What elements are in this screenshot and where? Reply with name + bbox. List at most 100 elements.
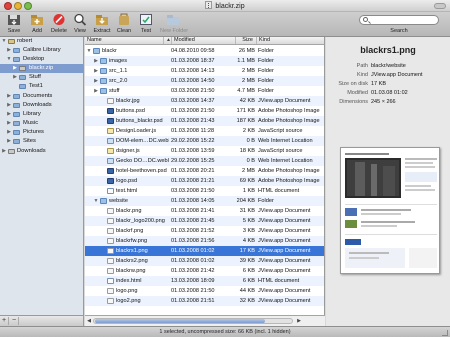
disclosure-open-icon[interactable]: ▼ xyxy=(86,46,92,56)
sidebar: ▼ robert ▶ Calibre Library ▼ Desktop ▶ b… xyxy=(0,37,84,315)
disclosure-closed-icon[interactable]: ▶ xyxy=(6,128,12,137)
column-kind[interactable]: Kind xyxy=(256,37,270,44)
folder-icon xyxy=(13,94,20,99)
column-size[interactable]: Size xyxy=(235,37,255,44)
file-row[interactable]: logo.psd 01.03.2008 21:21 69 KB Adobe Photo… xyxy=(85,176,324,186)
file-row[interactable]: DOM-elem…DC.webloc29.02.2008 15:22 0 BWeb… xyxy=(85,136,324,146)
file-row[interactable]: ▶ stuff 03.03.2008 21:50 4.7 MB Folder xyxy=(85,86,324,96)
file-name: blackrfw.png xyxy=(116,238,148,244)
scroll-left-icon[interactable]: ◀ xyxy=(85,317,93,325)
disclosure-closed-icon[interactable]: ▶ xyxy=(6,137,12,146)
add-location-button[interactable]: + xyxy=(0,317,9,325)
sidebar-item-downloads[interactable]: ▶ Downloads xyxy=(0,101,83,110)
disclosure-closed-icon[interactable]: ▶ xyxy=(93,56,99,66)
disclosure-closed-icon[interactable]: ▶ xyxy=(6,119,12,128)
sidebar-item-test1[interactable]: Test1 xyxy=(0,82,83,91)
file-row[interactable]: dsigner.js 01.03.2008 13:59 18 KB JavaScrip… xyxy=(85,146,324,156)
file-row[interactable]: ▶ src_2.0 01.03.2008 14:50 2 MB Folder xyxy=(85,76,324,86)
scroll-right-icon[interactable]: ▶ xyxy=(295,317,303,325)
disclosure-closed-icon[interactable]: ▶ xyxy=(6,110,12,119)
sidebar-item-desktop[interactable]: ▼ Desktop xyxy=(0,55,83,64)
search-box[interactable] xyxy=(359,15,439,25)
file-size: 187 KB xyxy=(236,118,255,124)
disclosure-closed-icon[interactable]: ▶ xyxy=(12,64,18,73)
file-row[interactable]: buttons_blackr.psd 01.03.2008 21:43 187 KB… xyxy=(85,116,324,126)
file-row[interactable]: blackrfw.png 01.03.2008 21:56 4 KB JView.ap… xyxy=(85,236,324,246)
file-row[interactable]: logo2.png 01.03.2008 21:51 32 KB JView.app … xyxy=(85,296,324,306)
disclosure-closed-icon[interactable]: ▶ xyxy=(1,147,7,156)
file-row[interactable]: blackr_logo200.png 01.03.2008 21:45 5 KB JV… xyxy=(85,216,324,226)
search-input[interactable] xyxy=(370,16,436,24)
sidebar-item-music[interactable]: ▶ Music xyxy=(0,119,83,128)
file-icon xyxy=(107,98,114,104)
column-name[interactable]: Name xyxy=(85,37,102,44)
file-row[interactable]: ▶ src_1.1 01.03.2008 14:13 2 MB Folder xyxy=(85,66,324,76)
file-row[interactable]: hotel-beethoven.psd 01.03.2008 20:21 2 MB A… xyxy=(85,166,324,176)
toolbar-toggle-button[interactable] xyxy=(434,3,446,9)
disclosure-closed-icon[interactable]: ▶ xyxy=(12,73,18,82)
file-row[interactable]: DesignLoader.js 01.03.2008 11:28 2 KB JavaS… xyxy=(85,126,324,136)
file-icon xyxy=(107,238,114,244)
file-kind: Adobe Photoshop Image xyxy=(258,118,320,124)
disclosure-closed-icon[interactable]: ▶ xyxy=(93,66,99,76)
window-title: blackr.zip xyxy=(215,3,245,10)
column-modified[interactable]: Modified xyxy=(171,37,195,44)
file-row[interactable]: logo.png 01.03.2008 21:50 44 KB JView.app D… xyxy=(85,286,324,296)
file-name: blackr.jpg xyxy=(116,98,140,104)
file-modified: 29.02.2008 15:22 xyxy=(171,138,215,144)
sidebar-item-blackr-zip[interactable]: ▶ blackr.zip xyxy=(0,64,83,73)
resize-grip-icon[interactable] xyxy=(442,330,448,336)
file-row[interactable]: blackrs2.png 01.03.2008 01:02 39 KB JView.a… xyxy=(85,256,324,266)
scroll-thumb[interactable] xyxy=(95,319,265,323)
file-row[interactable]: blackrw.png 01.03.2008 21:42 6 KB JView.app… xyxy=(85,266,324,276)
add-button[interactable]: Add xyxy=(26,13,48,37)
folder-icon xyxy=(100,88,107,94)
file-row[interactable]: buttons.psd 01.03.2008 21:50 171 KB Adobe P… xyxy=(85,106,324,116)
file-row[interactable]: index.html 13.03.2008 18:09 6 KB HTML docum… xyxy=(85,276,324,286)
sidebar-item-documents[interactable]: ▶ Documents xyxy=(0,92,83,101)
file-row[interactable]: blackrs1.png 01.03.2008 01:02 17 KB JView.a… xyxy=(85,246,324,256)
folder-icon xyxy=(100,198,107,204)
view-button[interactable]: View xyxy=(69,13,91,37)
file-kind: Folder xyxy=(258,88,274,94)
remove-location-button[interactable]: − xyxy=(10,317,19,325)
clean-button[interactable]: Clean xyxy=(113,13,135,37)
sidebar-item-stuff[interactable]: ▶ Stuff xyxy=(0,73,83,82)
file-row[interactable]: Gecko DO…DC.webloc 29.02.2008 15:25 0 B Web… xyxy=(85,156,324,166)
file-size: 26 MB xyxy=(238,48,255,54)
disclosure-open-icon[interactable]: ▼ xyxy=(93,196,99,206)
file-row[interactable]: ▶ images 01.03.2008 18:37 1.1 MB Folder xyxy=(85,56,324,66)
disclosure-closed-icon[interactable]: ▶ xyxy=(6,101,12,110)
delete-button[interactable]: Delete xyxy=(48,13,70,37)
disclosure-closed-icon[interactable]: ▶ xyxy=(93,76,99,86)
preview-path-value: blackr/website xyxy=(371,63,406,69)
sidebar-item-calibre-library[interactable]: ▶ Calibre Library xyxy=(0,46,83,55)
disclosure-open-icon[interactable]: ▼ xyxy=(1,37,7,46)
sidebar-item-pictures[interactable]: ▶ Pictures xyxy=(0,128,83,137)
file-name: DOM-elem…DC.webloc xyxy=(116,138,169,144)
test-button[interactable]: Test xyxy=(135,13,157,37)
sidebar-item-sites[interactable]: ▶ Sites xyxy=(0,137,83,146)
disclosure-closed-icon[interactable]: ▶ xyxy=(6,46,12,55)
sidebar-item-downloads-volume[interactable]: ▶ Downloads xyxy=(0,147,83,156)
disclosure-open-icon[interactable]: ▼ xyxy=(6,55,12,64)
file-row[interactable]: blackr.png 01.03.2008 21:41 31 KB JView.app… xyxy=(85,206,324,216)
file-row[interactable]: blackr.jpg 03.03.2008 14:37 42 KB JView.app… xyxy=(85,96,324,106)
file-row[interactable]: ▼ blackr 04.08.2010 09:58 26 MB Folder xyxy=(85,46,324,56)
folder-icon xyxy=(100,68,107,74)
new-folder-button[interactable]: New Folder xyxy=(160,13,188,37)
save-button[interactable]: Save xyxy=(3,13,25,37)
sidebar-item-library[interactable]: ▶ Library xyxy=(0,110,83,119)
disclosure-closed-icon[interactable]: ▶ xyxy=(6,92,12,101)
file-modified: 01.03.2008 14:05 xyxy=(171,198,215,204)
folder-icon xyxy=(13,57,20,62)
view-icon xyxy=(74,13,87,26)
file-row[interactable]: blackrf.png 01.03.2008 21:52 3 KB JView.app… xyxy=(85,226,324,236)
extract-button[interactable]: Extract xyxy=(91,13,113,37)
sidebar-item-robert[interactable]: ▼ robert xyxy=(0,37,83,46)
file-modified: 01.03.2008 14:50 xyxy=(171,78,215,84)
disclosure-closed-icon[interactable]: ▶ xyxy=(93,86,99,96)
file-row[interactable]: ▼ website 01.03.2008 14:05 204 KB Folder xyxy=(85,196,324,206)
file-row[interactable]: test.html 03.03.2008 21:50 1 KB HTML docume… xyxy=(85,186,324,196)
file-name: test.html xyxy=(116,188,138,194)
